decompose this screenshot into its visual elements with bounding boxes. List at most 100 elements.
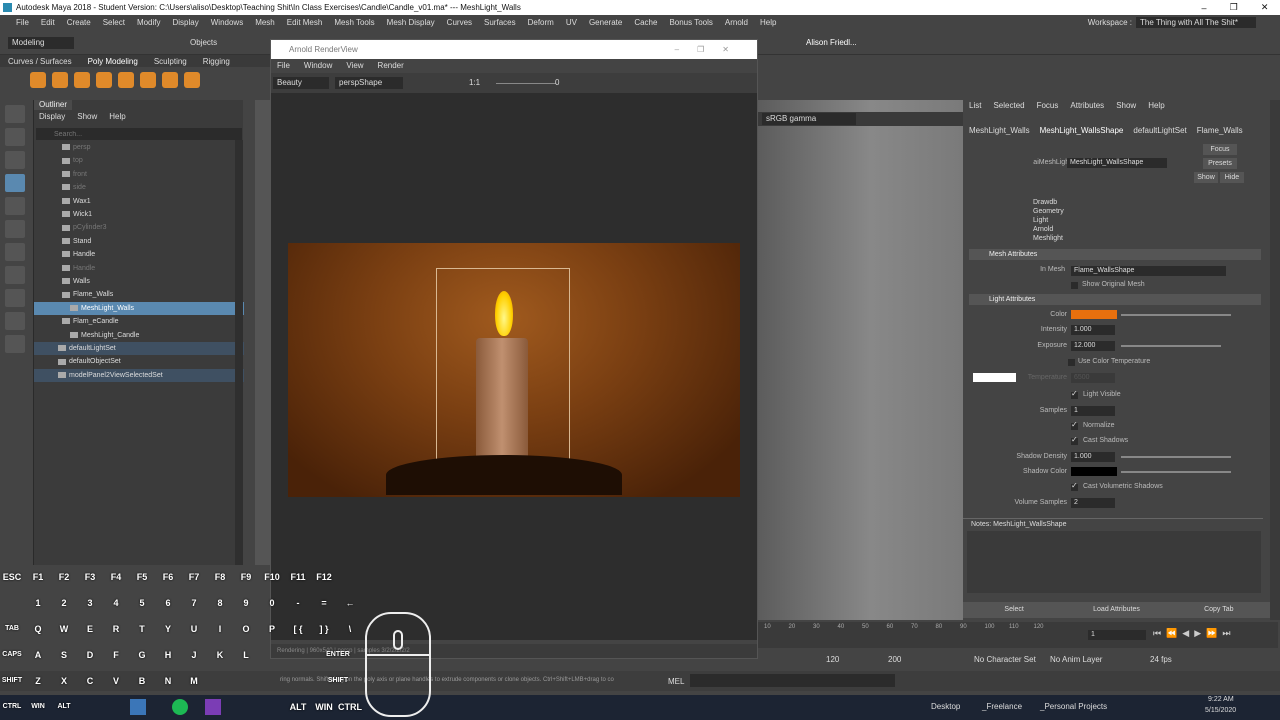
taskbar-freelance[interactable]: _Freelance [982,702,1022,711]
layout-two-icon[interactable] [5,312,25,330]
rv-menu-file[interactable]: File [277,59,290,73]
outliner-item[interactable]: MeshLight_Walls [34,301,244,315]
menu-mesh-tools[interactable]: Mesh Tools [334,18,374,27]
samples-field[interactable]: 1 [1071,406,1115,416]
shadow-color-slider[interactable] [1121,471,1231,473]
outliner-menu-show[interactable]: Show [77,111,97,123]
show-button[interactable]: Show [1194,172,1218,183]
select-tool-icon[interactable] [5,105,25,123]
scale-tool-icon[interactable] [5,220,25,238]
exposure-slider[interactable] [496,83,556,84]
side-vertical-tabs[interactable] [1270,100,1280,620]
shadow-density-field[interactable]: 1.000 [1071,452,1115,462]
copy-tab-button[interactable]: Copy Tab [1168,602,1270,618]
time-slider[interactable]: 10 20 30 40 50 60 70 80 90 100 110 120 1 ⏮⏪◀▶⏩⏭ [758,622,1278,648]
layout-single-icon[interactable] [5,266,25,284]
outliner-layout-icon[interactable] [5,335,25,353]
attr-tab[interactable]: defaultLightSet [1133,125,1186,137]
menu-cache[interactable]: Cache [634,18,657,27]
rv-menu-render[interactable]: Render [378,59,404,73]
mel-input[interactable] [690,674,895,687]
mesh-attributes-section[interactable]: Mesh Attributes [969,249,1261,260]
menu-mesh[interactable]: Mesh [255,18,275,27]
outliner-item[interactable]: modelPanel2ViewSelectedSet [34,368,244,382]
range-end[interactable]: 200 [888,655,901,664]
attr-menu-item[interactable]: Attributes [1070,100,1104,112]
shelf-tab[interactable]: Curves / Surfaces [0,57,80,66]
lasso-tool-icon[interactable] [5,128,25,146]
torus-icon[interactable] [118,72,134,88]
cast-shadows-checkbox[interactable] [1071,435,1078,445]
outliner-scrollbar[interactable] [235,140,243,565]
outliner-menu-help[interactable]: Help [109,111,125,123]
focus-button[interactable]: Focus [1203,144,1237,155]
plane-icon[interactable] [140,72,156,88]
polygon-icon[interactable] [184,72,200,88]
paint-select-icon[interactable] [5,151,25,169]
volume-samples-field[interactable]: 2 [1071,498,1115,508]
cube-icon[interactable] [52,72,68,88]
manipulator-icon[interactable] [5,243,25,261]
light-visible-checkbox[interactable] [1071,389,1078,399]
layout-four-icon[interactable] [5,289,25,307]
outliner-tab[interactable]: Outliner [34,100,73,110]
rv-menu-window[interactable]: Window [304,59,332,73]
outliner-item[interactable]: Flam_eCandle [34,315,244,328]
attr-tab[interactable]: MeshLight_Walls [969,125,1030,137]
outliner-item[interactable]: front [34,168,244,181]
outliner-item[interactable]: pCylinder3 [34,221,244,234]
taskbar-personal-projects[interactable]: _Personal Projects [1040,702,1107,711]
outliner-item[interactable]: defaultObjectSet [34,355,244,368]
rv-menu-view[interactable]: View [346,59,363,73]
menu-mesh-display[interactable]: Mesh Display [387,18,435,27]
menu-set-dropdown[interactable]: Modeling [8,37,74,49]
minimize-icon[interactable]: – [1202,3,1207,13]
outliner-item[interactable]: side [34,181,244,194]
maximize-icon[interactable]: ❐ [1230,2,1238,13]
close-icon[interactable]: ✕ [1261,2,1269,13]
menu-create[interactable]: Create [67,18,91,27]
menu-edit-mesh[interactable]: Edit Mesh [287,18,323,27]
outliner-item[interactable]: Flame_Walls [34,288,244,301]
outliner-menu-display[interactable]: Display [39,111,65,123]
menu-curves[interactable]: Curves [447,18,472,27]
menu-display[interactable]: Display [173,18,199,27]
move-tool-icon[interactable] [5,174,25,192]
hide-button[interactable]: Hide [1220,172,1244,183]
playback-controls[interactable]: ⏮⏪◀▶⏩⏭ [1153,628,1235,639]
outliner-item[interactable]: MeshLight_Candle [34,329,244,342]
shadow-color-swatch[interactable] [1071,467,1117,476]
notes-field[interactable] [967,531,1261,593]
menu-deform[interactable]: Deform [528,18,554,27]
menu-surfaces[interactable]: Surfaces [484,18,516,27]
outliner-item[interactable]: defaultLightSet [34,342,244,355]
shelf-tab[interactable]: Poly Modeling [80,57,146,66]
attr-menu-item[interactable]: Show [1116,100,1136,112]
menu-help[interactable]: Help [760,18,776,27]
menu-edit[interactable]: Edit [41,18,55,27]
color-swatch[interactable] [1071,310,1117,319]
menu-generate[interactable]: Generate [589,18,622,27]
exposure-field[interactable]: 12.000 [1071,341,1115,351]
menu-file[interactable]: File [16,18,29,27]
outliner-item[interactable]: Stand [34,235,244,248]
outliner-item[interactable]: top [34,154,244,167]
exposure-attr-slider[interactable] [1121,345,1221,347]
outliner-item[interactable]: Wax1 [34,195,244,208]
in-mesh-field[interactable]: Flame_WallsShape [1071,266,1226,276]
workspace-dropdown[interactable]: The Thing with All The Shit* [1136,17,1256,28]
sphere-icon[interactable] [30,72,46,88]
mel-label[interactable]: MEL [668,677,684,686]
color-slider[interactable] [1121,314,1231,316]
user-account[interactable]: Alison Friedl... [806,38,857,47]
character-set-dropdown[interactable]: No Character Set [974,655,1036,664]
menu-arnold[interactable]: Arnold [725,18,748,27]
cylinder-icon[interactable] [74,72,90,88]
cone-icon[interactable] [96,72,112,88]
menu-uv[interactable]: UV [566,18,577,27]
outliner-item[interactable]: Handle [34,262,244,275]
shadow-density-slider[interactable] [1121,456,1231,458]
menu-select[interactable]: Select [103,18,125,27]
outliner-item[interactable]: Wick1 [34,208,244,221]
shelf-tab[interactable]: Sculpting [146,57,195,66]
